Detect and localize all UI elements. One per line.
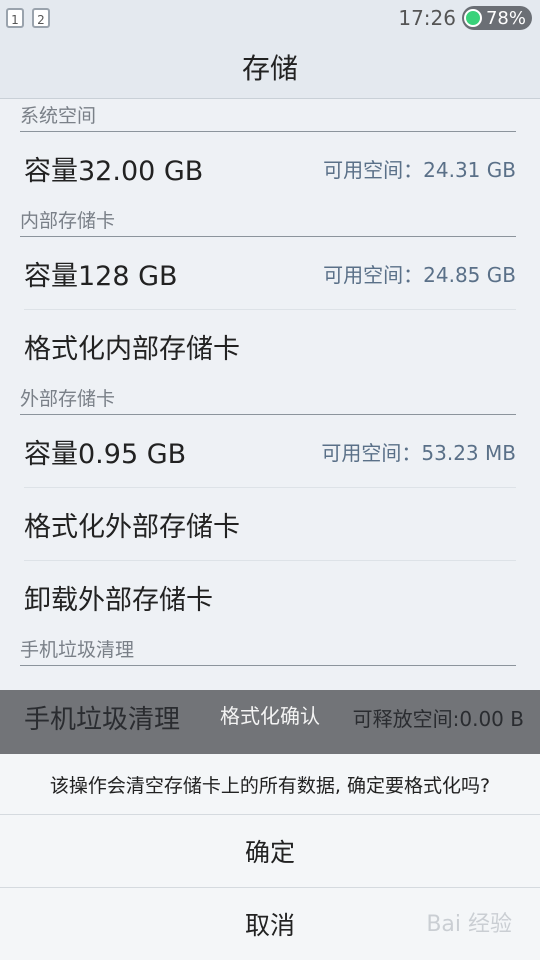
external-available-space: 可用空间：53.23 MB <box>321 440 516 465</box>
clock: 17:26 <box>398 6 456 30</box>
format-internal-button[interactable]: 格式化内部存储卡 <box>24 310 516 382</box>
external-capacity-row[interactable]: 容量0.95 GB 可用空间：53.23 MB <box>24 415 516 488</box>
storage-list: 系统空间 容量32.00 GB 可用空间：24.31 GB 内部存储卡 容量12… <box>0 99 540 666</box>
format-external-button[interactable]: 格式化外部存储卡 <box>24 488 516 561</box>
internal-available-space: 可用空间：24.85 GB <box>323 262 516 287</box>
external-capacity-label: 容量0.95 GB <box>24 438 187 470</box>
internal-capacity-row[interactable]: 容量128 GB 可用空间：24.85 GB <box>24 237 516 310</box>
confirm-button[interactable]: 确定 <box>0 815 540 888</box>
status-bar: 1 2 17:26 78% <box>0 0 540 36</box>
format-external-label: 格式化外部存储卡 <box>24 511 240 543</box>
format-internal-label: 格式化内部存储卡 <box>24 333 240 365</box>
battery-indicator: 78% <box>461 6 532 30</box>
notification-icon-2: 2 <box>32 8 50 28</box>
dialog-title-bar: 手机垃圾清理 可释放空间:0.00 B 格式化确认 <box>0 690 540 754</box>
notification-icon-1: 1 <box>6 8 24 28</box>
page-title: 存储 <box>241 52 298 85</box>
battery-icon <box>463 9 482 27</box>
notification-icons: 1 2 <box>0 8 50 28</box>
unmount-external-label: 卸载外部存储卡 <box>24 584 213 616</box>
watermark-logo: Bai 经验 <box>426 912 512 937</box>
section-header-internal: 内部存储卡 <box>20 204 516 237</box>
unmount-external-button[interactable]: 卸载外部存储卡 <box>24 561 516 633</box>
title-bar: 存储 <box>0 36 540 99</box>
section-header-external: 外部存储卡 <box>20 382 516 415</box>
dialog-title: 格式化确认 <box>220 704 320 728</box>
section-header-junk: 手机垃圾清理 <box>20 633 516 666</box>
battery-level: 78% <box>485 7 526 29</box>
section-header-system: 系统空间 <box>20 99 516 132</box>
internal-capacity-label: 容量128 GB <box>24 260 178 292</box>
dialog-message: 该操作会清空存储卡上的所有数据, 确定要格式化吗? <box>0 754 540 815</box>
system-available-space: 可用空间：24.31 GB <box>323 157 516 182</box>
system-capacity-label: 容量32.00 GB <box>24 155 204 187</box>
system-capacity-row[interactable]: 容量32.00 GB 可用空间：24.31 GB <box>24 132 516 204</box>
